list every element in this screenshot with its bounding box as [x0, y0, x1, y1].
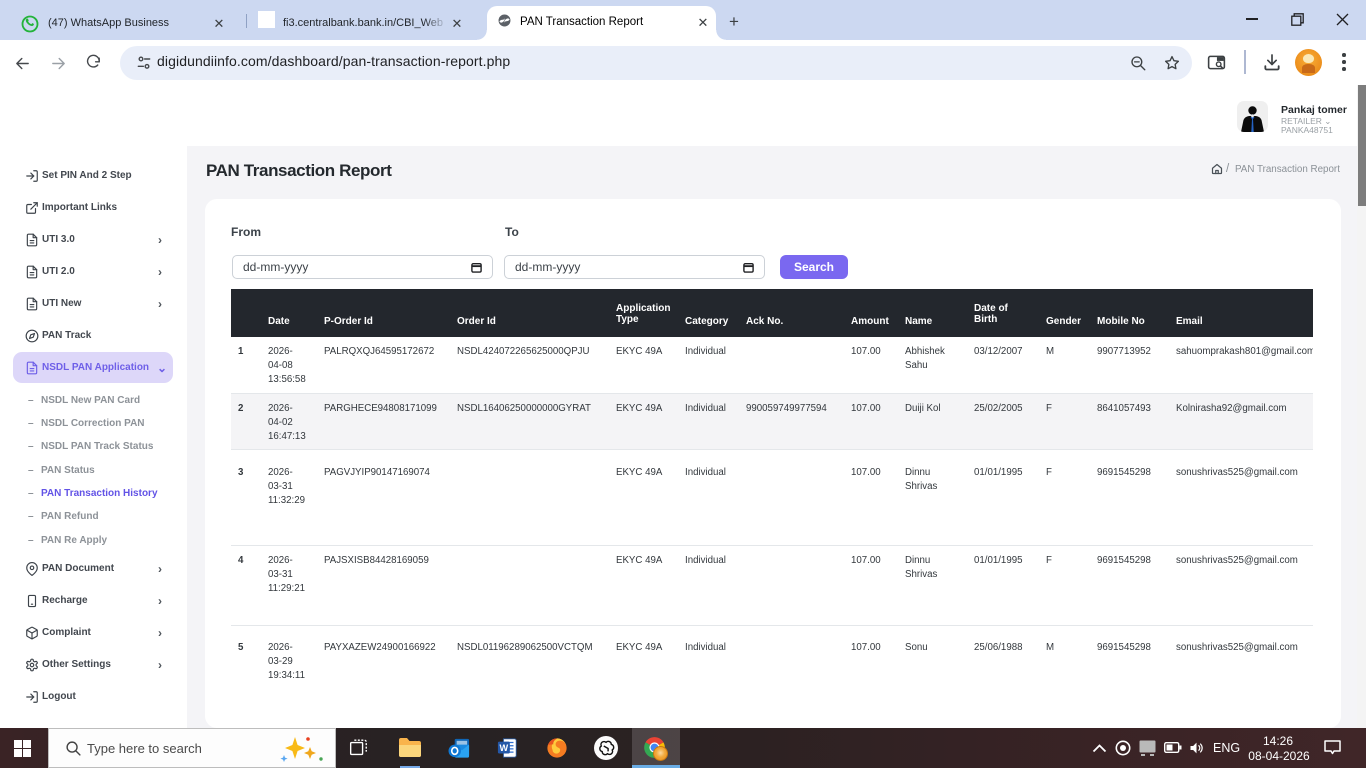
svg-text:W: W: [500, 743, 509, 753]
